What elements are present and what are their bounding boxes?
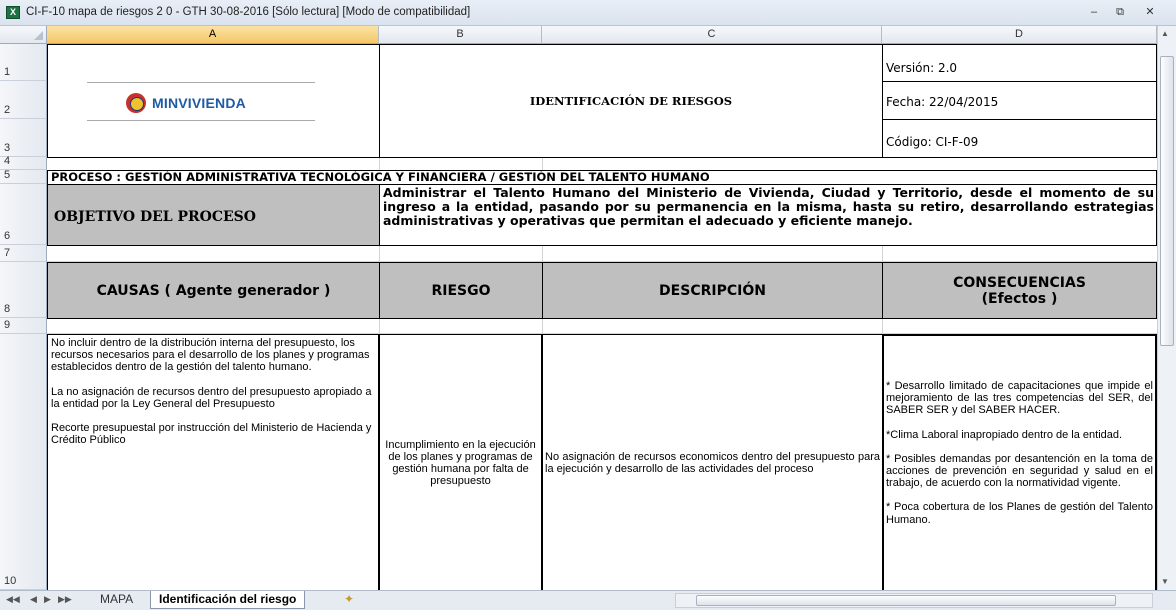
row-header[interactable]: 1: [0, 44, 47, 81]
objetivo-label-cell[interactable]: OBJETIVO DEL PROCESO: [47, 184, 380, 246]
doc-title: IDENTIFICACIÓN DE RIESGOS: [529, 94, 733, 108]
horizontal-scroll-thumb[interactable]: [696, 595, 1116, 606]
coat-of-arms-icon: [126, 93, 146, 113]
minvivienda-logo: MINVIVIENDA: [126, 93, 246, 113]
version-cell[interactable]: Versión: 2.0: [882, 44, 1157, 82]
sheet-tab-mapa[interactable]: MAPA: [92, 591, 141, 609]
row-header[interactable]: 2: [0, 81, 47, 119]
codigo-cell[interactable]: Código: CI-F-09: [882, 119, 1157, 158]
spreadsheet-grid: MINVIVIENDA IDENTIFICACIÓN DE RIESGOS Ve…: [47, 44, 1157, 590]
proceso-cell[interactable]: PROCESO : GESTIÓN ADMINISTRATIVA TECNOLÓ…: [47, 170, 1157, 185]
restore-button[interactable]: ⧉: [1112, 6, 1128, 19]
causas-cell[interactable]: No incluir dentro de la distribución int…: [47, 334, 380, 590]
sheet-tab-bar: ◀◀ ◀ ▶ ▶▶ MAPA Identificación del riesgo…: [0, 590, 1176, 610]
column-header-a[interactable]: A: [47, 26, 379, 44]
descripcion-header[interactable]: DESCRIPCIÓN: [542, 262, 883, 319]
column-header-b[interactable]: B: [379, 26, 542, 44]
descripcion-cell[interactable]: No asignación de recursos economicos den…: [542, 334, 883, 590]
window-title: CI-F-10 mapa de riesgos 2 0 - GTH 30-08-…: [26, 6, 471, 18]
close-button[interactable]: ✕: [1142, 6, 1158, 19]
fecha-cell[interactable]: Fecha: 22/04/2015: [882, 81, 1157, 120]
vertical-scrollbar[interactable]: ▲ ▼: [1157, 26, 1176, 590]
column-header-c[interactable]: C: [542, 26, 882, 44]
consecuencias-cell[interactable]: * Desarrollo limitado de capacitaciones …: [882, 334, 1157, 590]
row-header[interactable]: 8: [0, 262, 47, 318]
minimize-button[interactable]: –: [1086, 6, 1102, 19]
row-header[interactable]: 10: [0, 334, 47, 590]
sheet-tab-identificacion[interactable]: Identificación del riesgo: [150, 591, 306, 609]
row-header[interactable]: 6: [0, 184, 47, 245]
prev-sheet-icon[interactable]: ◀: [30, 594, 37, 605]
excel-icon: X: [6, 6, 20, 19]
last-sheet-icon[interactable]: ▶▶: [58, 594, 72, 605]
new-sheet-icon[interactable]: ✦: [336, 591, 362, 609]
select-all-corner[interactable]: [0, 26, 47, 44]
causas-header[interactable]: CAUSAS ( Agente generador ): [47, 262, 380, 319]
scroll-up-icon[interactable]: ▲: [1161, 29, 1169, 38]
row-header[interactable]: 9: [0, 318, 47, 334]
horizontal-scrollbar[interactable]: [675, 593, 1153, 608]
riesgo-cell[interactable]: Incumplimiento en la ejecución de los pl…: [379, 334, 543, 590]
next-sheet-icon[interactable]: ▶: [44, 594, 51, 605]
vertical-scroll-thumb[interactable]: [1160, 56, 1174, 346]
title-bar: X CI-F-10 mapa de riesgos 2 0 - GTH 30-0…: [0, 0, 1176, 26]
scroll-down-icon[interactable]: ▼: [1161, 577, 1169, 586]
row-header[interactable]: 7: [0, 245, 47, 262]
row-header[interactable]: 3: [0, 119, 47, 157]
first-sheet-icon[interactable]: ◀◀: [6, 594, 20, 605]
doc-title-cell[interactable]: IDENTIFICACIÓN DE RIESGOS: [379, 44, 883, 158]
row-header[interactable]: 5: [0, 169, 47, 184]
column-header-d[interactable]: D: [882, 26, 1157, 44]
riesgo-header[interactable]: RIESGO: [379, 262, 543, 319]
objetivo-text-cell[interactable]: Administrar el Talento Humano del Minist…: [379, 184, 1157, 246]
consecuencias-header[interactable]: CONSECUENCIAS (Efectos ): [882, 262, 1157, 319]
